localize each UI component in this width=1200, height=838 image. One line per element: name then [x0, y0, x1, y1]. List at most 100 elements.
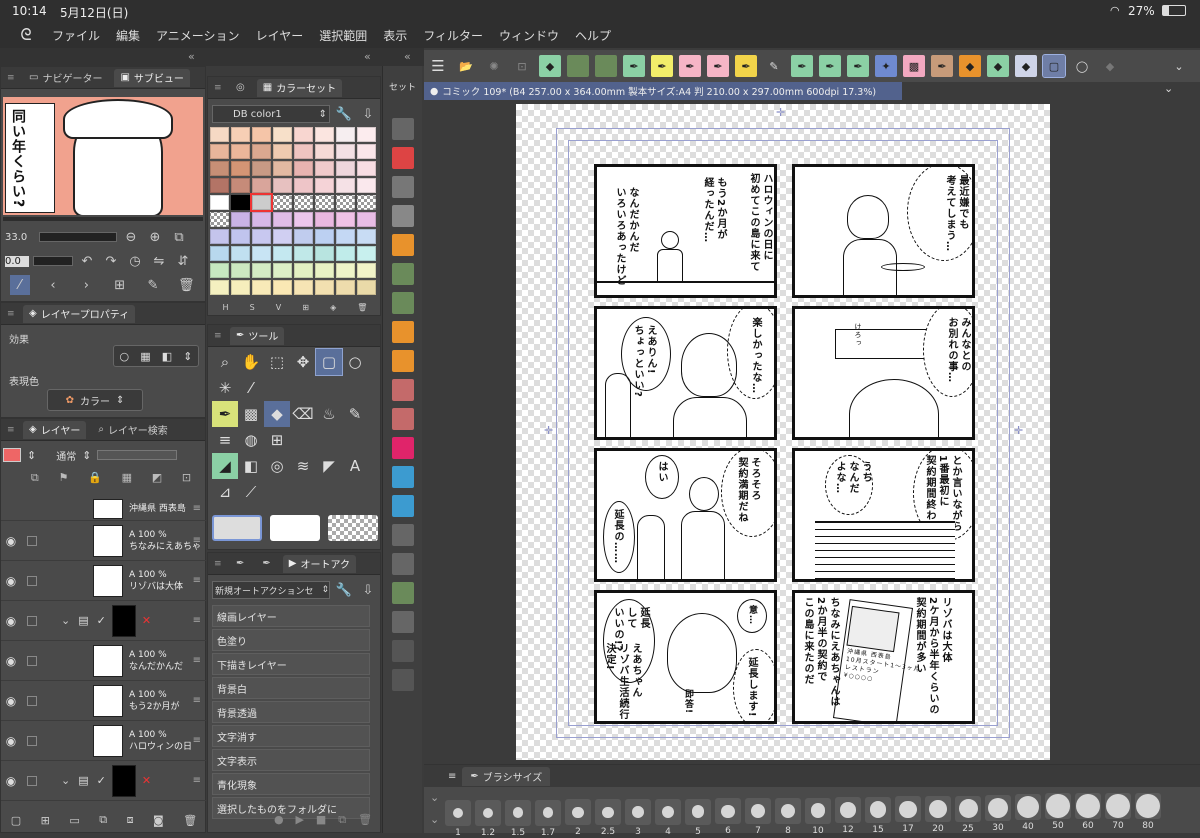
ruler-tool-icon[interactable]: ≋ [290, 453, 316, 479]
panel-grip-icon[interactable]: ≡ [448, 771, 456, 782]
wrench-icon[interactable]: 🔧 [334, 580, 354, 600]
comic-panel-5[interactable]: はい そろそろ 契約満期だね 延長の…… [594, 448, 777, 582]
color-swatch[interactable] [315, 246, 334, 261]
pen-preset-icon[interactable]: ✒ [651, 55, 673, 77]
brush-size-option[interactable]: 15 [864, 796, 892, 835]
color-swatch[interactable] [231, 161, 250, 176]
pen-preset-icon[interactable]: ✒ [931, 55, 953, 77]
record-icon[interactable]: ● [274, 813, 284, 831]
color-swatch[interactable] [210, 127, 229, 142]
chevron-down-icon[interactable]: ⌄ [430, 791, 439, 804]
lasso-icon[interactable]: ◯ [1071, 55, 1093, 77]
panel-grip-icon[interactable]: ≡ [7, 425, 17, 435]
color-swatch[interactable] [250, 193, 273, 212]
open-icon[interactable]: 📂 [455, 55, 477, 77]
clip-icon[interactable]: ⧉ [31, 471, 39, 493]
pen-preset-icon[interactable]: ✒ [819, 55, 841, 77]
collapse-left-icon-3[interactable]: « [404, 50, 411, 63]
eye-icon[interactable]: ◉ [1, 774, 21, 788]
eraser-tool-icon[interactable]: ⌫ [290, 401, 316, 427]
document-tab[interactable]: ● コミック 109* (B4 257.00 x 364.00mm 製本サイズ:… [424, 82, 902, 100]
ellipse-tool-icon[interactable]: ○ [342, 349, 368, 375]
lasso-tool-icon[interactable]: ◎ [264, 453, 290, 479]
ruler-icon[interactable]: ⊡ [182, 471, 191, 493]
rotate-right-icon[interactable]: ↷ [101, 251, 121, 271]
play-icon[interactable]: ▶ [296, 813, 304, 831]
color-swatch[interactable] [231, 178, 250, 193]
menu-filter[interactable]: フィルター [423, 27, 483, 44]
magic-wand-tool-icon[interactable]: ✳ [212, 375, 238, 401]
text-tool-icon[interactable]: A [342, 453, 368, 479]
color-swatch[interactable] [315, 212, 334, 227]
image-edit-icon[interactable]: ✎ [143, 275, 163, 295]
opacity-slider[interactable] [97, 450, 178, 460]
pen-tool-icon[interactable]: ✒ [212, 401, 238, 427]
move-tool-icon[interactable]: ✥ [290, 349, 316, 375]
color-swatch[interactable] [336, 195, 355, 210]
transparent-color-chip[interactable] [328, 515, 378, 541]
color-swatch[interactable] [210, 195, 229, 210]
color-swatch[interactable] [315, 263, 334, 278]
drag-handle-icon[interactable]: ≡ [193, 775, 201, 786]
color-swatch[interactable] [210, 280, 229, 295]
brush-size-option[interactable]: 2.5 [594, 799, 622, 837]
tab-layer-search[interactable]: ⌕ レイヤー検索 [92, 421, 173, 439]
menu-layer[interactable]: レイヤー [256, 27, 304, 44]
layer-row[interactable]: ◉ A 100 % リゾバは大体 ≡ [1, 561, 207, 601]
material-icon[interactable] [391, 466, 414, 488]
layer-checkbox[interactable] [27, 775, 37, 786]
color-swatch[interactable] [252, 178, 271, 193]
menu-selection[interactable]: 選択範囲 [319, 27, 367, 44]
zoom-in-icon[interactable]: ⊕ [145, 227, 165, 247]
canvas-page[interactable]: ハロウィンの日に 初めてこの島に来て もう2か月が 経ったんだ… なんだかんだ … [516, 104, 1050, 760]
zoom-tool-icon[interactable]: ⌕ [212, 349, 238, 375]
color-swatch[interactable] [336, 161, 355, 176]
menu-file[interactable]: ファイル [52, 27, 100, 44]
sub-color-chip[interactable] [270, 515, 320, 541]
chevron-down-icon[interactable]: ⌄ [1168, 55, 1190, 77]
layer-folder-row[interactable]: ◉ ⌄ ▤ ✓ ✕ ≡ [1, 601, 207, 641]
pen-preset-icon[interactable]: ✒ [707, 55, 729, 77]
color-swatch[interactable] [357, 178, 376, 193]
pen-preset-icon[interactable]: ✒ [847, 55, 869, 77]
material-icon[interactable] [391, 350, 414, 372]
material-icon[interactable] [391, 379, 414, 401]
color-swatch[interactable] [210, 212, 229, 227]
color-swatch[interactable] [357, 144, 376, 159]
color-swatch[interactable] [294, 212, 313, 227]
import-icon[interactable]: ⇩ [358, 104, 378, 124]
layer-row[interactable]: ◉ A 100 % もう2か月が ≡ [1, 681, 207, 721]
color-swatch[interactable] [294, 229, 313, 244]
app-logo-icon[interactable]: ᘓ [0, 22, 52, 48]
add-color-icon[interactable]: ⊞ [302, 303, 309, 312]
color-swatch[interactable] [252, 127, 271, 142]
color-swatch[interactable] [252, 144, 271, 159]
brush-size-option[interactable]: 70 [1104, 793, 1132, 831]
pen-preset-icon[interactable]: ✒ [735, 55, 757, 77]
autoaction-item[interactable]: 下描きレイヤー [212, 653, 370, 675]
layer-checkbox[interactable] [27, 735, 37, 746]
brush-size-option[interactable]: 8 [774, 797, 802, 836]
color-swatch[interactable] [336, 144, 355, 159]
shape-icon[interactable]: ◆ [539, 55, 561, 77]
brush-size-option[interactable]: 2 [564, 799, 592, 837]
figure-tool-icon[interactable]: ≡ [212, 427, 238, 453]
comic-panel-8[interactable]: リゾバは大体 2ケ月から半年くらいの 契約期間が多い ちなみにえあちゃんは 2か… [792, 590, 975, 724]
color-swatch[interactable] [336, 246, 355, 261]
brush-size-option[interactable]: 60 [1074, 793, 1102, 831]
download-icon[interactable] [391, 205, 414, 227]
brush-size-option[interactable]: 40 [1014, 794, 1042, 832]
airbrush-tool-icon[interactable]: ▩ [238, 401, 264, 427]
eye-icon[interactable]: ◉ [1, 654, 21, 668]
color-swatch[interactable] [210, 263, 229, 278]
menu-edit[interactable]: 編集 [116, 27, 140, 44]
prev-icon[interactable]: ‹ [43, 275, 63, 295]
comic-panel-2[interactable]: 最近嫌でも 考えてしまう… [792, 164, 975, 298]
color-swatch[interactable] [231, 263, 250, 278]
panel-grip-icon[interactable]: ≡ [7, 309, 17, 319]
close-dot-icon[interactable]: ● [430, 86, 438, 97]
blend-tool-icon[interactable]: ♨ [316, 401, 342, 427]
object-tool-icon[interactable]: ⬚ [264, 349, 290, 375]
color-swatch[interactable] [273, 263, 292, 278]
color-swatch[interactable] [315, 195, 334, 210]
